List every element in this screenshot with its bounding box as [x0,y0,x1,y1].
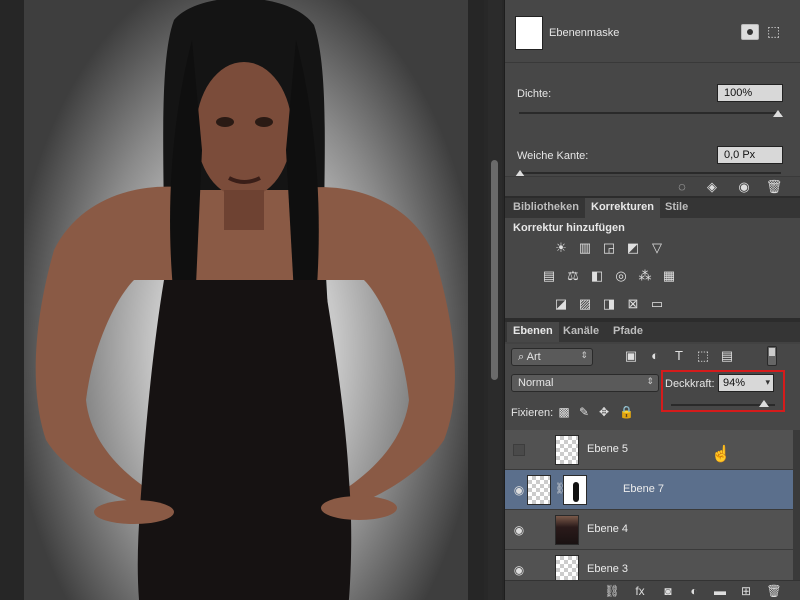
search-icon: ⌕ [518,351,525,363]
layers-tabbar: Ebenen Kanäle Pfade [505,322,800,342]
tab-styles[interactable]: Stile [659,198,694,218]
tab-adjustments[interactable]: Korrekturen [585,198,660,218]
mouse-cursor-icon: ☝ [711,446,731,463]
layer-name[interactable]: Ebene 3 [587,563,628,575]
filter-smart-object-icon[interactable]: ▤ [719,348,735,364]
layer-thumbnail [555,435,579,465]
new-layer-icon[interactable]: ⊞ [737,583,755,599]
tab-channels[interactable]: Kanäle [557,322,605,342]
blend-mode-select[interactable]: Normal ⇕ [511,374,659,392]
apply-mask-icon[interactable]: ◈ [701,177,723,197]
mask-thumbnail [515,16,543,50]
density-slider-knob[interactable] [773,110,783,117]
filter-shape-icon[interactable]: ⬚ [695,348,711,364]
density-field[interactable]: 100% [717,84,783,102]
layer-row-selected[interactable]: ◉ ⛓ Ebene 7 [505,470,793,510]
feather-field[interactable]: 0,0 Px [717,146,783,164]
filter-adjustment-icon[interactable]: ◐ [647,348,663,364]
eye-icon[interactable]: ◉ [511,562,527,578]
chevron-updown-icon: ⇕ [580,350,588,360]
adjustments-title: Korrektur hinzufügen [513,222,625,234]
tab-layers[interactable]: Ebenen [507,322,559,342]
layer-thumbnail [555,515,579,545]
chevron-updown-icon: ⇕ [646,376,654,386]
blend-mode-value: Normal [518,377,554,389]
gradient-map-icon[interactable]: ▭ [649,296,665,312]
vibrance-icon[interactable]: ▽ [649,240,665,256]
layers-panel: ⌕ Art ⇕ ▣ ◐ T ⬚ ▤ Normal ⇕ Deckkraft: 94… [505,344,800,600]
vector-mask-icon[interactable]: ⬚ [767,24,785,40]
selective-color-icon[interactable]: ⊠ [625,296,641,312]
layer-list-scrollbar[interactable] [793,430,800,580]
density-slider[interactable] [519,112,781,114]
canvas-scrollbar[interactable] [488,0,502,600]
feather-label: Weiche Kante: [517,150,589,162]
trash-icon[interactable]: 🗑 [763,177,785,197]
scrollbar-thumb[interactable] [491,160,498,380]
curves-icon[interactable]: ◲ [601,240,617,256]
layer-list: Ebene 5 ☝ ◉ ⛓ Ebene 7 ◉ Ebene 4 ◉ Ebene … [505,430,800,590]
color-lookup-icon[interactable]: ▦ [661,268,677,284]
levels-icon[interactable]: ▥ [577,240,593,256]
document-canvas[interactable] [24,0,468,600]
hue-saturation-icon[interactable]: ▤ [541,268,557,284]
properties-panel: Ebenenmaske ⬚ Dichte: 100% Weiche Kante:… [505,0,800,196]
add-mask-icon[interactable]: ◙ [659,583,677,599]
lock-transparency-icon[interactable]: ▩ [557,405,571,419]
group-folder-icon[interactable]: ▬ [711,583,729,599]
color-balance-icon[interactable]: ⚖ [565,268,581,284]
pixel-mask-icon[interactable] [741,24,759,40]
layer-row[interactable]: Ebene 5 ☝ [505,430,793,470]
photo-filter-icon[interactable]: ◎ [613,268,629,284]
link-icon[interactable]: ⛓ [603,583,621,599]
layers-footer: ⛓ fx ◙ ◐ ▬ ⊞ 🗑 [505,580,800,600]
visibility-toggle[interactable] [513,444,525,456]
layer-name[interactable]: Ebene 4 [587,523,628,535]
brightness-icon[interactable]: ☀ [553,240,569,256]
canvas-area [0,0,484,600]
tab-paths[interactable]: Pfade [607,322,649,342]
adjustments-tabbar: Bibliotheken Korrekturen Stile [505,198,800,218]
density-label: Dichte: [517,88,552,100]
visibility-icon[interactable]: ◉ [733,177,755,197]
exposure-icon[interactable]: ◩ [625,240,641,256]
photoshop-window: Ebenenmaske ⬚ Dichte: 100% Weiche Kante:… [0,0,800,600]
selection-icon[interactable]: ◌ [671,177,693,197]
threshold-icon[interactable]: ◨ [601,296,617,312]
filter-pixel-icon[interactable]: ▣ [623,348,639,364]
opacity-highlight-box [661,370,785,412]
layer-name[interactable]: Ebene 7 [623,483,664,495]
layer-name[interactable]: Ebene 5 [587,443,628,455]
layer-thumbnail [527,475,551,505]
channel-mixer-icon[interactable]: ⁂ [637,268,653,284]
posterize-icon[interactable]: ▨ [577,296,593,312]
layer-row[interactable]: ◉ Ebene 4 [505,510,793,550]
adjustment-layer-icon[interactable]: ◐ [685,583,703,599]
fx-icon[interactable]: fx [631,583,649,599]
delete-layer-icon[interactable]: 🗑 [765,583,783,599]
layer-filter-select[interactable]: ⌕ Art ⇕ [511,348,593,366]
mask-label: Ebenenmaske [549,27,620,39]
lock-position-icon[interactable]: ✥ [597,405,611,419]
invert-icon[interactable]: ◪ [553,296,569,312]
filter-value: Art [526,351,541,363]
filter-toggle[interactable] [767,346,777,366]
lock-all-icon[interactable]: 🔒 [619,405,634,419]
tab-libraries[interactable]: Bibliotheken [507,198,585,218]
properties-footer: ◌ ◈ ◉ 🗑 [505,176,800,196]
panels-dock: Ebenenmaske ⬚ Dichte: 100% Weiche Kante:… [504,0,800,600]
filter-type-icon[interactable]: T [671,348,687,364]
portrait-photo [35,0,455,600]
eye-icon[interactable]: ◉ [511,482,527,498]
divider [505,62,800,63]
adjustments-panel: Korrektur hinzufügen ☀ ▥ ◲ ◩ ▽ ▤ ⚖ ◧ ◎ ⁂… [505,218,800,318]
feather-slider[interactable] [519,172,781,174]
mask-thumbnail[interactable] [563,475,587,505]
black-white-icon[interactable]: ◧ [589,268,605,284]
lock-image-icon[interactable]: ✎ [577,405,591,419]
eye-icon[interactable]: ◉ [511,522,527,538]
lock-label: Fixieren: [511,407,554,419]
